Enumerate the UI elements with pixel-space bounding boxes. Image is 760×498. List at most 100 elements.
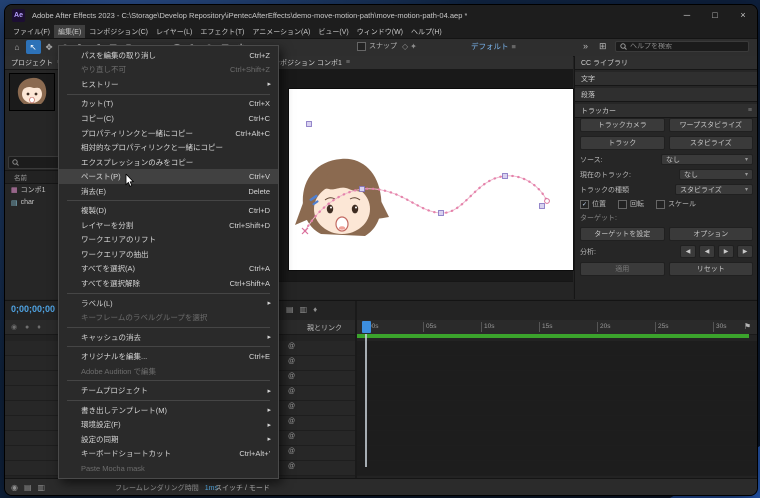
parent-pickwhip-icon[interactable]: @ — [288, 463, 295, 470]
timeline-view-icon[interactable]: ▤ — [286, 305, 294, 314]
chevron-down-icon: ▾ — [745, 156, 748, 163]
workspace-grid-icon[interactable]: ⊞ — [599, 41, 607, 52]
menubar-item[interactable]: 編集(E) — [54, 25, 85, 38]
tracker-checkbox[interactable]: ✓位置 — [580, 199, 606, 209]
timeline-view-icon[interactable]: ♦ — [313, 305, 317, 314]
parent-pickwhip-icon[interactable]: @ — [288, 418, 295, 425]
item-type-icon: ▤ — [11, 199, 18, 207]
menubar-item[interactable]: コンポジション(C) — [85, 25, 152, 38]
analyze-button[interactable]: ▶ — [718, 245, 734, 258]
edit-menu-item[interactable]: 設定の同期▸ — [59, 432, 278, 447]
tracker-button[interactable]: スタビライズ — [669, 136, 754, 150]
edit-menu-item[interactable]: キーボードショートカットCtrl+Alt+' — [59, 447, 278, 462]
edit-menu-item[interactable]: 相対的なプロパティリンクと一緒にコピー — [59, 140, 278, 155]
tracker-checkbox[interactable]: 回転 — [618, 199, 644, 209]
parent-pickwhip-icon[interactable]: @ — [288, 403, 295, 410]
edit-menu-item[interactable]: ヒストリー▸ — [59, 77, 278, 92]
analyze-button[interactable]: ◀ — [680, 245, 696, 258]
parent-pickwhip-icon[interactable]: @ — [288, 388, 295, 395]
edit-menu-item[interactable]: レイヤーを分割Ctrl+Shift+D — [59, 218, 278, 233]
workspace-selector[interactable]: デフォルト ≡ — [471, 41, 516, 52]
edit-menu-item[interactable]: すべてを選択解除Ctrl+Shift+A — [59, 276, 278, 291]
menubar-item[interactable]: ウィンドウ(W) — [353, 25, 407, 38]
panel-menu-icon[interactable]: ≡ — [346, 59, 350, 66]
parent-pickwhip-icon[interactable]: @ — [288, 358, 295, 365]
panel-menu-icon[interactable]: ≡ — [748, 107, 752, 114]
edit-menu-item[interactable]: ワークエリアのリフト — [59, 233, 278, 248]
edit-menu-item[interactable]: コピー(C)Ctrl+C — [59, 111, 278, 126]
edit-menu-item[interactable]: 消去(E)Delete — [59, 184, 278, 199]
menu-separator — [67, 400, 270, 401]
edit-menu-item[interactable]: ワークエリアの抽出 — [59, 247, 278, 262]
analyze-button[interactable]: ◀ — [699, 245, 715, 258]
edit-menu-item[interactable]: オリジナルを編集...Ctrl+E — [59, 349, 278, 364]
parent-pickwhip-icon[interactable]: @ — [288, 433, 295, 440]
path-end-anchor[interactable] — [545, 199, 550, 204]
edit-menu-item[interactable]: ラベル(L)▸ — [59, 296, 278, 311]
edit-menu-item[interactable]: プロパティリンクと一緒にコピーCtrl+Alt+C — [59, 126, 278, 141]
maximize-button[interactable]: □ — [701, 5, 729, 25]
tracker-button[interactable]: トラックカメラ — [580, 118, 665, 132]
menubar-item[interactable]: レイヤー(L) — [152, 25, 196, 38]
menubar-item[interactable]: ファイル(F) — [9, 25, 54, 38]
current-track-dropdown[interactable]: なし ▾ — [679, 169, 753, 180]
minimize-button[interactable]: ─ — [673, 5, 701, 25]
edit-menu-item[interactable]: 複製(D)Ctrl+D — [59, 203, 278, 218]
parent-pickwhip-icon[interactable]: @ — [288, 343, 295, 350]
collapsed-panel-header[interactable]: 段落 — [575, 88, 758, 102]
tracker-button[interactable]: トラック — [580, 136, 665, 150]
statusbar-icon[interactable]: ▥ — [38, 483, 46, 492]
edit-menu-item[interactable]: 環境設定(F)▸ — [59, 418, 278, 433]
time-ruler[interactable]: ⚑ 00s05s10s15s20s25s30s — [357, 320, 757, 334]
close-button[interactable]: × — [729, 5, 757, 25]
parent-link-column-header[interactable]: 親とリンク — [307, 323, 342, 333]
source-dropdown[interactable]: なし ▾ — [661, 154, 753, 165]
snap-checkbox[interactable] — [357, 42, 366, 51]
menubar-item[interactable]: アニメーション(A) — [248, 25, 314, 38]
current-timecode[interactable]: 0;00;00;00 — [11, 304, 55, 314]
help-search-input[interactable] — [630, 43, 744, 50]
tracker-button[interactable]: ターゲットを設定 — [580, 227, 665, 241]
parent-pickwhip-icon[interactable]: @ — [288, 373, 295, 380]
parent-pickwhip-icon[interactable]: @ — [288, 448, 295, 455]
track-type-dropdown[interactable]: スタビライズ ▾ — [675, 184, 753, 195]
edit-menu-item[interactable]: エクスプレッションのみをコピー — [59, 155, 278, 170]
switches-modes-toggle[interactable]: スイッチ / モード — [215, 483, 270, 493]
help-search[interactable] — [615, 41, 749, 52]
menubar-item[interactable]: ヘルプ(H) — [407, 25, 446, 38]
analyze-button[interactable]: ▶ — [737, 245, 753, 258]
comp-marker-icon[interactable]: ⚑ — [744, 322, 751, 331]
composition-canvas[interactable] — [289, 89, 573, 270]
edit-menu-item: キーフレームのラベルグループを選択 — [59, 310, 278, 325]
snap-option-icon[interactable]: ◇ — [402, 42, 408, 51]
ruler-tick-label: 25s — [655, 322, 668, 332]
timeline-view-icon[interactable]: ▥ — [300, 305, 308, 314]
tracker-checkbox[interactable]: スケール — [656, 199, 696, 209]
statusbar-icon[interactable]: ▤ — [24, 483, 32, 492]
playhead-handle[interactable] — [362, 321, 371, 333]
path-start-anchor[interactable] — [302, 228, 308, 234]
workspace-overflow-icon[interactable]: » — [583, 41, 588, 51]
collapsed-panel-header[interactable]: 文字 — [575, 72, 758, 86]
statusbar-icon[interactable]: ◉ — [11, 483, 18, 492]
collapsed-panel-header[interactable]: CC ライブラリ — [575, 56, 758, 70]
selection-tool-icon[interactable]: ↖ — [26, 40, 41, 54]
edit-menu-item[interactable]: キャッシュの消去▸ — [59, 330, 278, 345]
edit-menu-item[interactable]: カット(T)Ctrl+X — [59, 97, 278, 112]
menubar-item[interactable]: エフェクト(T) — [196, 25, 248, 38]
edit-menu-item[interactable]: ペースト(P)Ctrl+V — [59, 169, 278, 184]
edit-menu-item[interactable]: 書き出しテンプレート(M)▸ — [59, 403, 278, 418]
tracker-button[interactable]: オプション — [669, 227, 754, 241]
tracker-button[interactable]: 適用 — [580, 262, 665, 276]
hand-tool-icon[interactable]: ✥ — [42, 40, 57, 54]
menubar-item[interactable]: ビュー(V) — [314, 25, 352, 38]
edit-menu-item[interactable]: すべてを選択(A)Ctrl+A — [59, 262, 278, 277]
chevron-down-icon: ▾ — [745, 171, 748, 178]
edit-menu-item[interactable]: パスを編集の取り消しCtrl+Z — [59, 48, 278, 63]
menu-item-label: チームプロジェクト — [81, 385, 148, 396]
tracker-button[interactable]: リセット — [669, 262, 754, 276]
edit-menu-item[interactable]: チームプロジェクト▸ — [59, 383, 278, 398]
snap-option-icon[interactable]: ✦ — [410, 42, 417, 51]
home-tool-icon[interactable]: ⌂ — [10, 40, 25, 54]
tracker-button[interactable]: ワープスタビライズ — [669, 118, 754, 132]
